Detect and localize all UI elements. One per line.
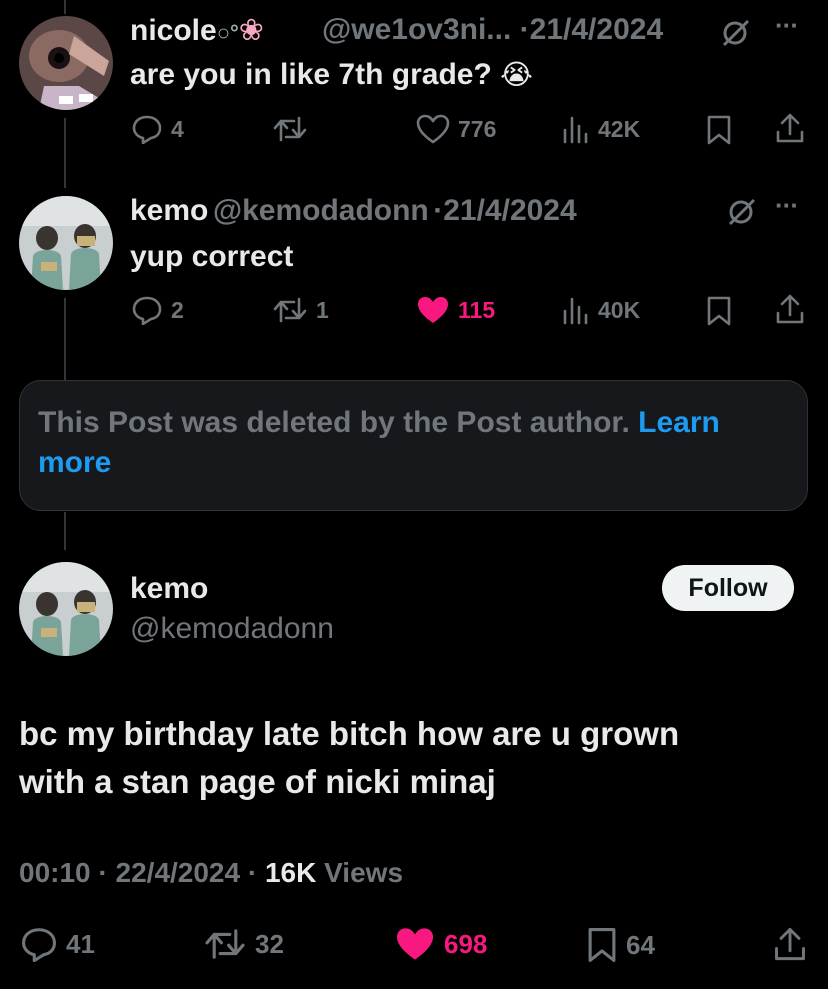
retweet-icon <box>273 297 307 323</box>
bookmark-icon <box>588 928 616 962</box>
bubbles-icon: ○° <box>216 20 239 45</box>
heart-outline-icon <box>416 114 450 144</box>
bookmark-count: 64 <box>626 929 655 960</box>
thread-connector <box>64 512 66 550</box>
post-text: yup correct <box>130 240 294 273</box>
display-name[interactable]: nicole○°❀ <box>130 13 264 48</box>
like-count: 115 <box>458 296 496 323</box>
handle[interactable]: @kemodadonn <box>213 194 429 227</box>
post-text-line: with a stan page of nicki minaj <box>19 763 496 800</box>
reply-button[interactable]: 41 <box>20 926 95 962</box>
post-text: bc my birthday late bitch how are u grow… <box>19 710 679 806</box>
thread-connector <box>64 298 66 380</box>
like-button[interactable]: 115 <box>416 295 495 325</box>
separator-dot: · <box>433 194 444 227</box>
post-date[interactable]: 21/4/2024 <box>530 13 663 46</box>
views-icon <box>563 297 588 325</box>
post-text: are you in like 7th grade? <box>130 58 492 91</box>
like-count: 776 <box>458 115 497 142</box>
reply-icon <box>132 115 162 144</box>
grok-icon[interactable] <box>726 197 758 227</box>
display-name[interactable]: kemo <box>130 194 208 227</box>
separator-dot: · <box>519 13 530 46</box>
deleted-notice-text: This Post was deleted by the Post author… <box>38 406 630 439</box>
reply-count: 4 <box>171 115 184 142</box>
bookmark-button[interactable]: 64 <box>586 926 655 964</box>
reply-icon <box>132 296 162 325</box>
loudly-crying-emoji: 😭 <box>500 59 533 90</box>
more-options-icon[interactable]: ··· <box>775 190 799 221</box>
views-count: 40K <box>598 296 641 323</box>
like-count: 698 <box>444 928 488 959</box>
thread-connector <box>64 0 66 14</box>
heart-filled-icon <box>418 297 448 323</box>
handle[interactable]: @we1ov3ni... <box>322 13 511 46</box>
post-text-line: bc my birthday late bitch how are u grow… <box>19 715 680 752</box>
like-button[interactable]: 698 <box>394 926 487 962</box>
retweet-count: 32 <box>255 928 284 959</box>
post-date[interactable]: 21/4/2024 <box>443 194 576 227</box>
post-date[interactable]: 22/4/2024 <box>116 857 241 888</box>
share-icon[interactable] <box>775 112 805 144</box>
bookmark-icon[interactable] <box>706 295 732 327</box>
reply-count: 41 <box>66 928 95 959</box>
grok-icon[interactable] <box>720 18 752 48</box>
views-label: Views <box>324 857 404 888</box>
views-count: 42K <box>598 115 641 142</box>
retweet-button[interactable]: 32 <box>203 926 284 962</box>
avatar[interactable] <box>19 196 113 290</box>
retweet-button[interactable]: 1 <box>272 295 329 325</box>
share-icon[interactable] <box>773 926 807 962</box>
retweet-icon <box>205 929 245 959</box>
reply-button[interactable]: 2 <box>131 295 184 325</box>
heart-filled-icon <box>397 928 433 960</box>
follow-button[interactable]: Follow <box>662 565 794 611</box>
share-icon[interactable] <box>775 293 805 325</box>
retweet-count: 1 <box>316 296 329 323</box>
views-button[interactable]: 42K <box>562 114 640 144</box>
more-options-icon[interactable]: ··· <box>775 10 799 41</box>
thread-connector <box>64 118 66 188</box>
post-time[interactable]: 00:10 <box>19 857 91 888</box>
handle[interactable]: @kemodadonn <box>130 612 334 646</box>
reply-button[interactable]: 4 <box>131 114 184 144</box>
post-timestamp: 00:10 · 22/4/2024 · 16K Views <box>19 857 404 888</box>
views-button[interactable]: 40K <box>562 295 640 325</box>
avatar[interactable] <box>19 16 113 110</box>
reply-icon <box>22 928 56 962</box>
reply-count: 2 <box>171 296 184 323</box>
retweet-icon <box>273 116 307 142</box>
views-count: 16K <box>264 857 317 888</box>
bow-icon: ❀ <box>238 14 264 47</box>
bookmark-icon[interactable] <box>706 114 732 146</box>
like-button[interactable]: 776 <box>416 114 496 144</box>
deleted-post-notice: This Post was deleted by the Post author… <box>19 380 808 511</box>
views-icon <box>563 116 588 144</box>
avatar[interactable] <box>19 562 113 656</box>
retweet-button[interactable] <box>272 114 316 144</box>
display-name[interactable]: kemo <box>130 572 208 606</box>
